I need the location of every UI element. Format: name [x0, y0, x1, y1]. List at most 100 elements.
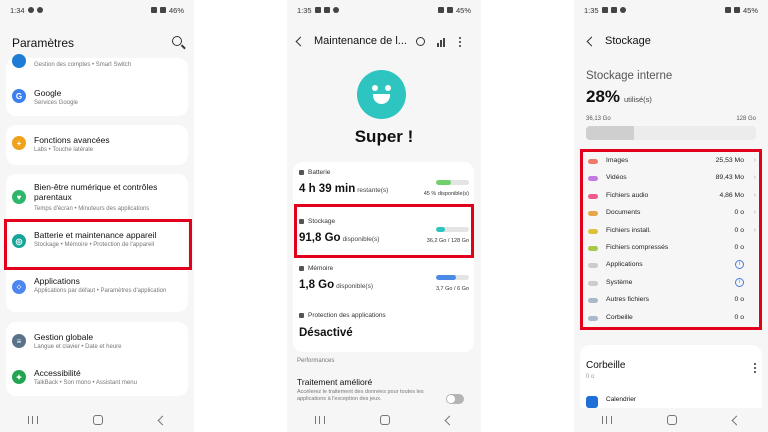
storage-screen: 1:35 45% Stockage Stockage interne 28% u… [574, 0, 768, 432]
recent-apps-icon[interactable] [27, 416, 38, 424]
item-title: Google [34, 88, 62, 98]
wellbeing-icon: ♥ [12, 190, 26, 204]
performance-header: Performances [297, 358, 335, 364]
back-icon[interactable] [157, 415, 168, 425]
settings-screen: 1:34 46% Paramètres Gestion des comptes … [0, 0, 194, 432]
applications-icon: ⁘ [12, 280, 26, 294]
device-status-text: Super ! [354, 127, 414, 146]
wifi-icon [150, 7, 157, 13]
battery-note: 45 % disponible(s) [423, 191, 469, 197]
page-title: Paramètres [12, 36, 75, 50]
enhanced-processing-description: Accélerez le traitement des données pour… [297, 389, 424, 402]
chart-icon[interactable] [437, 38, 446, 47]
status-time: 1:34 [10, 5, 25, 15]
battery-value: 4 h 39 min restante(s) [299, 183, 389, 195]
notification-icon [610, 7, 617, 13]
protection-value: Désactivé [299, 327, 353, 339]
enhanced-processing-title: Traitement amélioré [297, 377, 373, 387]
item-subtitle: TalkBack • Son mono • Assistant menu [34, 380, 137, 386]
navigation-bar [0, 408, 194, 432]
settings-item-accessibility[interactable]: ✦ Accessibilité TalkBack • Son mono • As… [6, 364, 188, 394]
status-time: 1:35 [297, 5, 312, 15]
signal-icon [733, 7, 740, 13]
notification-icon [601, 7, 608, 13]
item-title: Accessibilité [34, 368, 81, 378]
battery-label: Batterie [299, 169, 330, 176]
status-bar: 1:34 46% [0, 0, 194, 20]
wifi-icon [724, 7, 731, 13]
recycle-bin-size: 0 o [586, 374, 595, 380]
home-icon[interactable] [667, 415, 678, 425]
device-care-screen: 1:35 45% Maintenance de l... Super ! Bat… [287, 0, 481, 432]
battery-bar [436, 180, 469, 185]
recent-apps-icon[interactable] [601, 416, 612, 424]
notification-icon [332, 7, 339, 13]
back-icon[interactable] [444, 415, 455, 425]
battery-percent: 46% [168, 5, 184, 15]
item-subtitle: Labs • Touche latérale [34, 147, 94, 153]
status-smiley-icon [357, 70, 406, 119]
search-icon[interactable] [172, 36, 182, 46]
internal-storage-title: Stockage interne [586, 70, 673, 82]
recycle-bin-card [580, 345, 762, 415]
back-icon[interactable] [731, 415, 742, 425]
notification-icon [27, 7, 34, 13]
item-subtitle: Langue et clavier • Date et heure [34, 344, 122, 350]
storage-used: 36,13 Go [586, 116, 611, 122]
item-title: Bien-être numérique et contrôles parenta… [34, 182, 158, 202]
settings-item-advanced-features[interactable]: + Fonctions avancées Labs • Touche latér… [6, 131, 188, 161]
protection-label: Protection des applications [299, 312, 386, 319]
item-subtitle: Temps d'écran • Minuteurs des applicatio… [34, 206, 150, 212]
home-icon[interactable] [93, 415, 104, 425]
accessibility-icon: ✦ [12, 370, 26, 384]
calendar-label[interactable]: Calendrier [606, 396, 636, 403]
more-options-icon[interactable] [459, 37, 461, 47]
wifi-icon [437, 7, 444, 13]
memory-note: 3,7 Go / 6 Go [435, 286, 469, 292]
settings-item-applications[interactable]: ⁘ Applications Applications par défaut •… [6, 272, 188, 308]
storage-percent-unit: utilisé(s) [624, 95, 652, 104]
page-title: Maintenance de l... [314, 35, 407, 47]
more-options-icon[interactable] [754, 363, 756, 373]
settings-card: + Fonctions avancées Labs • Touche latér… [6, 125, 188, 165]
google-icon: G [12, 89, 26, 103]
item-subtitle: Applications par défaut • Paramètres d'a… [34, 288, 167, 294]
screenshot-canvas: 1:34 46% Paramètres Gestion des comptes … [0, 0, 768, 432]
enhanced-processing-toggle[interactable] [446, 394, 464, 404]
back-icon[interactable] [586, 36, 597, 47]
highlight-box [4, 219, 192, 270]
settings-item-accounts[interactable]: Gestion des comptes • Smart Switch [6, 54, 188, 72]
status-bar: 1:35 45% [287, 0, 481, 20]
notification-icon [323, 7, 330, 13]
memory-label: Mémoire [299, 265, 333, 272]
item-title: Applications [34, 276, 80, 286]
storage-total: 128 Go [736, 116, 756, 122]
recent-apps-icon[interactable] [314, 416, 325, 424]
home-icon[interactable] [380, 415, 391, 425]
settings-item-general-management[interactable]: ≡ Gestion globale Langue et clavier • Da… [6, 328, 188, 358]
navigation-bar [287, 408, 481, 432]
memory-value: 1,8 Go disponible(s) [299, 279, 374, 291]
signal-icon [159, 7, 166, 13]
page-title: Stockage [605, 35, 651, 47]
settings-item-google[interactable]: G Google Services Google [6, 84, 188, 114]
memory-bar [436, 275, 469, 280]
item-subtitle: Services Google [34, 100, 79, 106]
notification-icon [36, 7, 43, 13]
advanced-features-icon: + [12, 136, 26, 150]
settings-card: ≡ Gestion globale Langue et clavier • Da… [6, 322, 188, 396]
notification-icon [314, 7, 321, 13]
calendar-icon [586, 396, 598, 408]
settings-card: Gestion des comptes • Smart Switch G Goo… [6, 54, 188, 116]
item-title: Fonctions avancées [34, 135, 110, 145]
notification-icon [619, 7, 626, 13]
highlight-box [580, 149, 762, 330]
status-bar: 1:35 45% [574, 0, 768, 20]
back-icon[interactable] [295, 36, 306, 47]
item-subtitle: Gestion des comptes • Smart Switch [34, 62, 132, 68]
storage-usage-bar [586, 126, 756, 140]
settings-item-digital-wellbeing[interactable]: ♥ Bien-être numérique et contrôles paren… [6, 180, 188, 220]
signal-icon [446, 7, 453, 13]
storage-percent: 28% [586, 87, 621, 106]
search-icon[interactable] [416, 37, 425, 46]
